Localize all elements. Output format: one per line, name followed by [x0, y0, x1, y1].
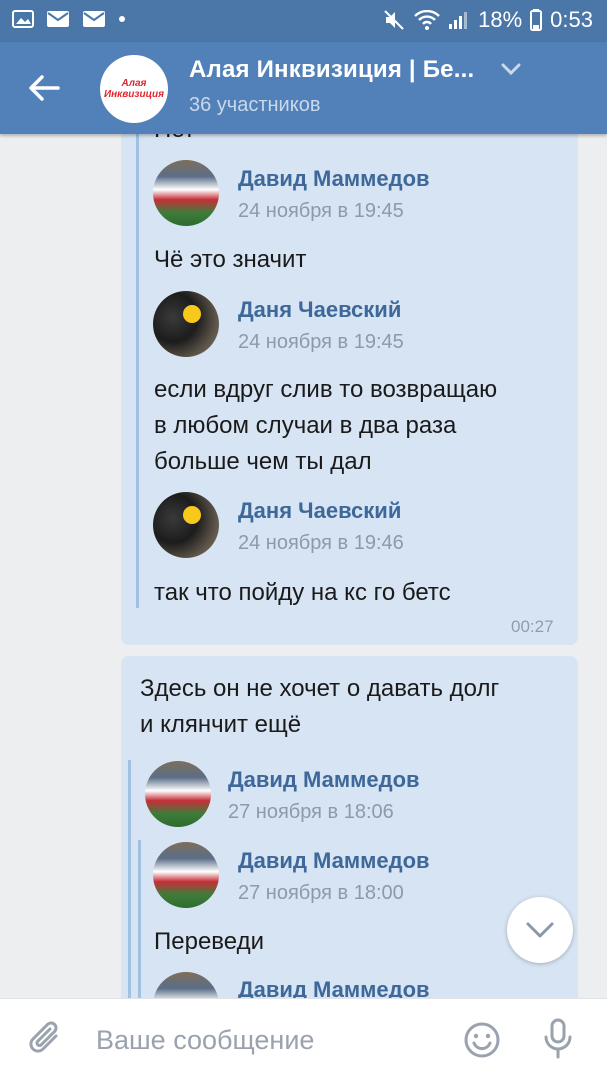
forward-date: 24 ноября в 19:46	[238, 532, 404, 554]
group-avatar-text-2: Инквизиция	[103, 89, 165, 100]
emoji-icon[interactable]	[463, 1021, 501, 1059]
smiley-emoji-icon	[183, 305, 201, 323]
message-composer: Ваше сообщение	[0, 998, 607, 1081]
message-text: в любом случаи в два раза	[154, 412, 457, 439]
chat-title[interactable]: Алая Инквизиция | Бе...	[189, 56, 474, 84]
message-text: Чё это значит	[154, 246, 307, 273]
clock: 0:53	[550, 7, 593, 32]
member-count: 36 участников	[189, 94, 321, 116]
message-text: так что пойду на кс го бетс	[154, 579, 451, 606]
battery-icon	[530, 9, 543, 31]
message-text: Здесь он не хочет о давать долг	[140, 675, 500, 702]
author-name[interactable]: Даня Чаевский	[238, 297, 401, 323]
forward-quote-bar	[138, 840, 141, 998]
author-name[interactable]: Давид Маммедов	[238, 166, 430, 192]
mail-notification-icon-2	[83, 11, 105, 27]
forward-date: 27 ноября в 18:06	[228, 801, 394, 823]
message-text: Нет	[154, 134, 195, 148]
avatar[interactable]	[153, 160, 219, 226]
mail-notification-icon	[47, 11, 69, 27]
message-text: если вдруг слив то возвращаю	[154, 376, 498, 403]
group-avatar-text: Алая	[121, 78, 147, 89]
author-name[interactable]: Давид Маммедов	[228, 767, 420, 793]
message-text: Переведи	[154, 928, 265, 955]
mute-icon	[384, 10, 404, 30]
forward-date: 24 ноября в 19:45	[238, 200, 404, 222]
signal-icon	[449, 12, 468, 29]
forward-quote-bar	[128, 760, 131, 998]
battery-percent: 18%	[478, 7, 523, 32]
author-name[interactable]: Давид Маммедов	[238, 848, 430, 874]
message-list[interactable]: Нет Давид Маммедов 24 ноября в 19:45 Чё …	[0, 134, 607, 998]
microphone-icon[interactable]	[541, 1017, 575, 1061]
scroll-to-bottom-button[interactable]	[507, 897, 573, 963]
more-notifications-dot-icon	[119, 16, 125, 22]
chevron-down-icon[interactable]	[500, 62, 522, 76]
forward-quote-bar	[136, 134, 139, 608]
message-text: больше чем ты дал	[154, 448, 372, 475]
forward-date: 27 ноября в 18:00	[238, 882, 404, 904]
message-time: 00:27	[511, 617, 554, 636]
message-text: и клянчит ещё	[140, 711, 302, 738]
avatar[interactable]	[153, 842, 219, 908]
avatar[interactable]	[153, 492, 219, 558]
gallery-notification-icon	[12, 10, 34, 28]
wifi-icon	[414, 10, 440, 30]
chevron-down-icon	[526, 922, 554, 938]
avatar[interactable]	[153, 291, 219, 357]
paperclip-icon[interactable]	[26, 1019, 66, 1061]
back-arrow-icon[interactable]	[22, 66, 66, 110]
chat-header: Алая Инквизиция Алая Инквизиция | Бе... …	[0, 42, 607, 134]
author-name[interactable]: Даня Чаевский	[238, 498, 401, 524]
forward-date: 24 ноября в 19:45	[238, 331, 404, 353]
author-name[interactable]: Давид Маммедов	[238, 977, 430, 998]
status-bar: 18% 0:53	[0, 0, 607, 42]
group-avatar[interactable]: Алая Инквизиция	[100, 55, 168, 123]
message-input[interactable]: Ваше сообщение	[96, 1025, 314, 1056]
avatar[interactable]	[145, 761, 211, 827]
smiley-emoji-icon	[183, 506, 201, 524]
